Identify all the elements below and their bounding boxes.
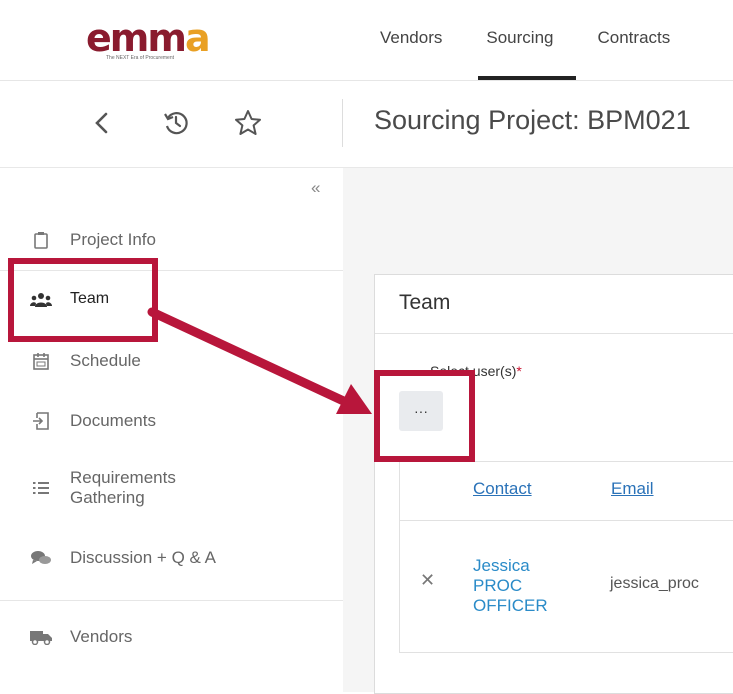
back-button[interactable]: [84, 105, 120, 141]
star-icon: [235, 110, 261, 135]
sidebar-item-documents[interactable]: Documents: [30, 411, 156, 431]
sidebar-item-discussion[interactable]: Discussion + Q & A: [30, 548, 216, 568]
sidebar-item-project-info[interactable]: Project Info: [30, 230, 156, 250]
logo-tagline: The NEXT Era of Procurement: [106, 55, 174, 61]
table-header-divider: [400, 520, 733, 521]
history-icon: [164, 112, 188, 135]
nav-sourcing[interactable]: Sourcing: [478, 0, 576, 80]
sidebar: « Project Info Team Schedule Documents R…: [0, 168, 343, 692]
team-card: Team Select user(s)* ··· Contact Email ✕…: [374, 274, 733, 694]
document-import-icon: [30, 411, 52, 431]
highlight-box-team: [8, 258, 158, 342]
team-card-title: Team: [399, 291, 451, 314]
favorite-button[interactable]: [230, 105, 266, 141]
chevron-left-icon: [95, 112, 108, 134]
sidebar-item-label: Vendors: [70, 627, 133, 646]
page-toolbar: Sourcing Project: BPM021: [0, 81, 733, 168]
sidebar-item-label: Documents: [70, 411, 156, 430]
nav-contracts[interactable]: Contracts: [598, 0, 671, 80]
sidebar-item-vendors[interactable]: Vendors: [30, 627, 132, 647]
history-button[interactable]: [158, 105, 194, 141]
sidebar-item-schedule[interactable]: Schedule: [30, 351, 141, 371]
sidebar-item-label: Requirements Gathering: [70, 468, 176, 507]
page-title: Sourcing Project: BPM021: [374, 105, 691, 135]
logo-wordmark: emma: [86, 16, 211, 60]
calendar-icon: [30, 351, 52, 371]
member-contact-link[interactable]: Jessica PROC OFFICER: [473, 556, 553, 616]
top-header: emma The NEXT Era of Procurement Vendors…: [0, 0, 733, 81]
column-header-contact[interactable]: Contact: [473, 479, 532, 499]
emma-logo[interactable]: emma The NEXT Era of Procurement: [86, 18, 261, 62]
team-table: Contact Email ✕ Jessica PROC OFFICER jes…: [399, 461, 733, 653]
comments-icon: [30, 548, 52, 568]
highlight-box-select-button: [374, 370, 475, 462]
column-header-email[interactable]: Email: [611, 479, 654, 499]
collapse-sidebar-button[interactable]: «: [311, 178, 320, 198]
truck-icon: [30, 627, 52, 647]
sidebar-item-label: Discussion + Q & A: [70, 548, 216, 567]
nav-vendors[interactable]: Vendors: [380, 0, 442, 80]
list-icon: [30, 478, 52, 498]
clipboard-icon: [30, 230, 52, 250]
sidebar-item-requirements-gathering[interactable]: Requirements Gathering: [30, 468, 220, 508]
top-nav: Vendors Sourcing Contracts: [380, 0, 714, 80]
card-header-divider: [375, 333, 733, 334]
remove-member-icon[interactable]: ✕: [420, 570, 435, 591]
sidebar-divider: [0, 600, 343, 601]
sidebar-item-label: Project Info: [70, 230, 156, 249]
member-email: jessica_proc: [610, 575, 699, 592]
sidebar-item-label: Schedule: [70, 351, 141, 370]
toolbar-divider: [342, 99, 343, 147]
